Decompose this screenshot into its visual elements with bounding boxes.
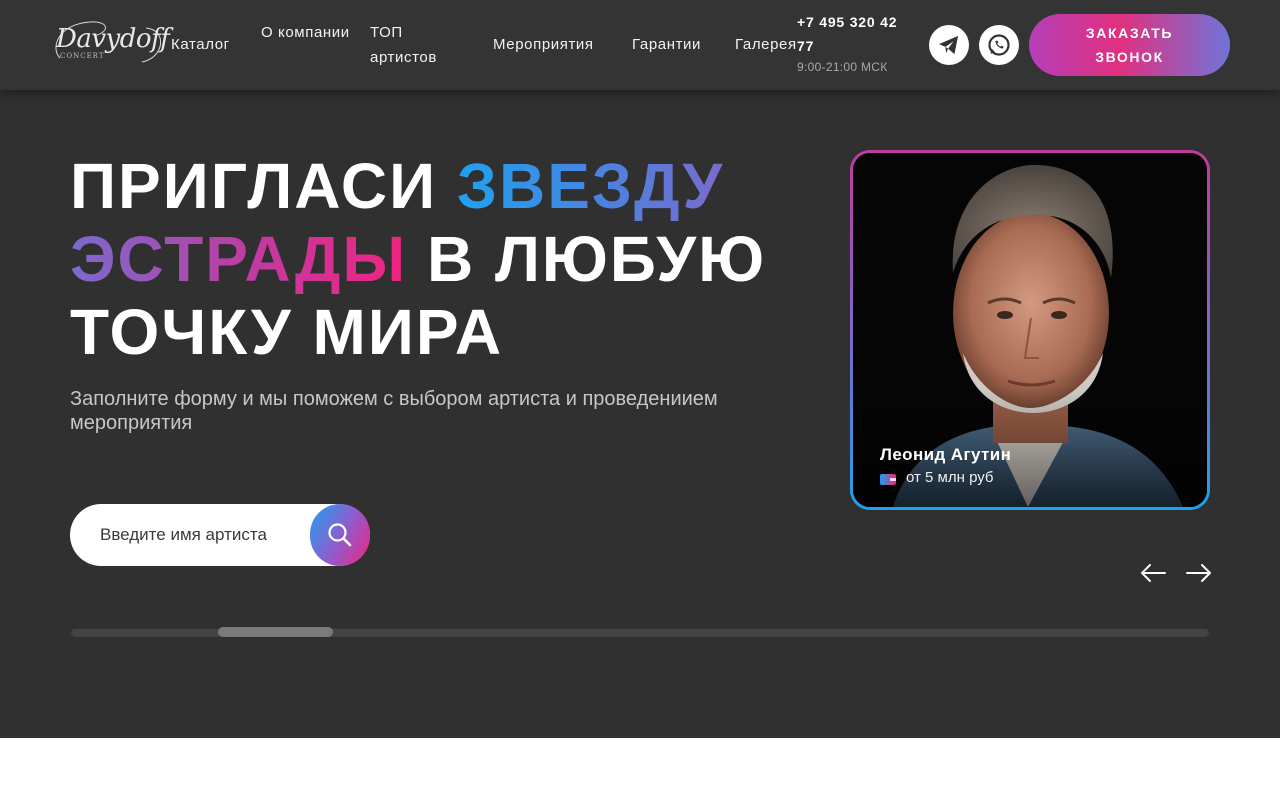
search-icon bbox=[328, 523, 352, 547]
nav-item-events[interactable]: Мероприятия bbox=[493, 32, 594, 57]
nav-item-about[interactable]: О компании bbox=[261, 20, 351, 45]
logo-subtext: CONCERT bbox=[60, 52, 105, 60]
artist-search bbox=[70, 504, 370, 566]
site-header: Davydoff CONCERT Каталог О компании ТОП … bbox=[0, 0, 1280, 90]
order-call-button[interactable]: ЗАКАЗАТЬ ЗВОНОК bbox=[1029, 14, 1230, 76]
headline-highlight-estrada: эстрады bbox=[70, 223, 408, 295]
search-button[interactable] bbox=[310, 504, 370, 566]
telegram-button[interactable] bbox=[929, 25, 969, 65]
artist-price: от 5 млн руб bbox=[906, 469, 994, 486]
hero-section: Davydoff CONCERT Каталог О компании ТОП … bbox=[0, 0, 1280, 738]
slider-track[interactable] bbox=[70, 627, 1210, 637]
wallet-icon bbox=[880, 474, 896, 485]
artist-card[interactable]: Леонид Агутин от 5 млн руб bbox=[850, 150, 1210, 510]
phone-number[interactable]: +7 495 320 42 77 bbox=[797, 10, 915, 58]
telegram-icon bbox=[939, 35, 959, 55]
logo[interactable]: Davydoff CONCERT bbox=[50, 18, 170, 66]
nav-item-guarantees[interactable]: Гарантии bbox=[632, 32, 701, 57]
arrow-right-icon bbox=[1186, 564, 1211, 582]
logo-text: Davydoff bbox=[56, 24, 170, 54]
artist-name: Леонид Агутин bbox=[880, 445, 1012, 464]
nav-item-gallery[interactable]: Галерея bbox=[735, 32, 797, 57]
headline-part-1: Пригласи bbox=[70, 150, 457, 222]
slider-thumb[interactable] bbox=[218, 627, 333, 637]
hero-subtitle: Заполните форму и мы поможем с выбором а… bbox=[70, 388, 718, 434]
artist-card-inner: Леонид Агутин от 5 млн руб bbox=[853, 153, 1207, 507]
arrow-left-icon bbox=[1141, 564, 1166, 582]
whatsapp-button[interactable] bbox=[979, 25, 1019, 65]
prev-slide-button[interactable] bbox=[1138, 560, 1168, 586]
working-hours: 9:00-21:00 МСК bbox=[797, 60, 888, 74]
whatsapp-icon bbox=[988, 34, 1010, 56]
nav-item-top-artists[interactable]: ТОП артистов bbox=[370, 20, 460, 70]
hero-headline: Пригласи звезду эстрады в любую точку мир… bbox=[70, 150, 830, 369]
nav-item-catalog[interactable]: Каталог bbox=[171, 32, 230, 57]
headline-highlight-star: звезду bbox=[456, 150, 725, 222]
page: Davydoff CONCERT Каталог О компании ТОП … bbox=[0, 0, 1280, 800]
search-input[interactable] bbox=[100, 520, 300, 550]
next-slide-button[interactable] bbox=[1184, 560, 1214, 586]
